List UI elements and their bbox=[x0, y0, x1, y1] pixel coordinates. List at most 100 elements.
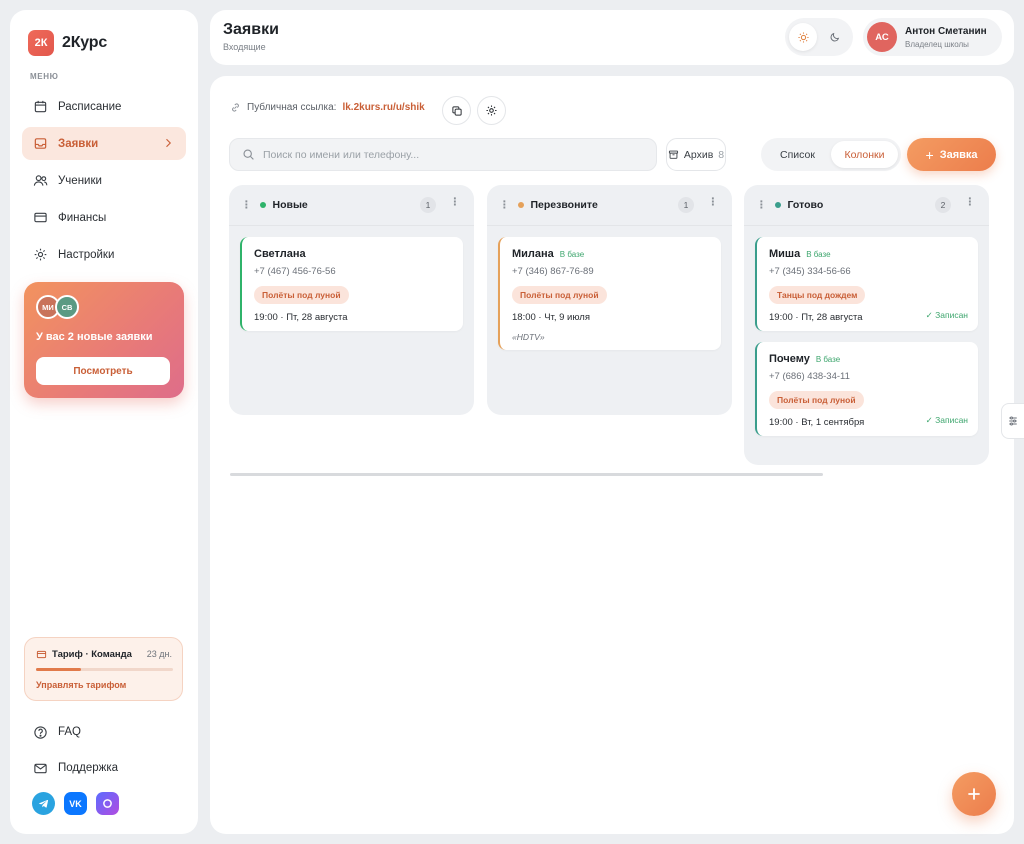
avatar: АС bbox=[867, 22, 897, 52]
page-subtitle: Входящие bbox=[223, 42, 266, 52]
promo-text: У вас 2 новые заявки bbox=[36, 331, 153, 343]
add-request-button[interactable]: + Заявка bbox=[907, 138, 996, 171]
request-card[interactable]: Светлана +7 (467) 456-76-56 Полёты под л… bbox=[240, 237, 463, 331]
request-card[interactable]: Милана В базе +7 (346) 867-76-89 Полёты … bbox=[498, 237, 721, 350]
status-dot bbox=[774, 202, 781, 208]
lesson-time: 18:00 · Чт, 9 июля bbox=[512, 312, 590, 323]
avatar: СВ bbox=[55, 295, 79, 319]
tariff-title: Тариф · Команда bbox=[36, 649, 132, 660]
client-name: Почему bbox=[769, 353, 810, 365]
link-settings-button[interactable] bbox=[477, 96, 506, 125]
drag-handle-icon[interactable]: ⋮ bbox=[499, 199, 510, 211]
search-icon bbox=[243, 149, 254, 160]
view-requests-button[interactable]: Посмотреть bbox=[36, 357, 170, 385]
mail-icon bbox=[34, 763, 47, 773]
sidebar-item-settings[interactable]: Настройки bbox=[22, 238, 186, 271]
theme-switch bbox=[785, 18, 853, 56]
course-tag: Полёты под луной bbox=[254, 286, 349, 304]
sidebar-item-label: Финансы bbox=[58, 211, 107, 224]
sidebar-item-label: Заявки bbox=[58, 137, 99, 150]
manage-tariff-link[interactable]: Управлять тарифом bbox=[36, 680, 126, 690]
client-name: Миша bbox=[769, 248, 801, 260]
plus-icon bbox=[968, 788, 980, 800]
inbox-icon bbox=[34, 138, 47, 149]
sidebar: 2К 2Курс МЕНЮ Расписание Заявки Ученики … bbox=[10, 10, 198, 834]
fab-add-button[interactable] bbox=[952, 772, 996, 816]
link-icon bbox=[232, 103, 239, 112]
column-title: Готово bbox=[787, 199, 824, 211]
social-links: VK bbox=[32, 792, 119, 815]
column-header: ⋮ Готово 2 ⋮ bbox=[744, 185, 989, 225]
view-list-tab[interactable]: Список bbox=[764, 141, 831, 168]
copy-link-button[interactable] bbox=[442, 96, 471, 125]
lesson-time: 19:00 · Пт, 28 августа bbox=[254, 312, 348, 323]
telegram-icon[interactable] bbox=[32, 792, 55, 815]
request-card[interactable]: Почему В базе +7 (686) 438-34-11 Полёты … bbox=[755, 342, 978, 436]
tariff-progress bbox=[36, 668, 173, 671]
archive-label: Архив bbox=[683, 148, 714, 161]
help-icon bbox=[34, 725, 47, 739]
kanban-column-callback: ⋮ Перезвоните 1 ⋮ Милана В базе +7 (346)… bbox=[487, 185, 732, 415]
max-icon[interactable] bbox=[96, 792, 119, 815]
card-name-row: Светлана bbox=[254, 248, 451, 260]
sidebar-bottom-nav: FAQ Поддержка bbox=[22, 716, 186, 788]
card-icon bbox=[36, 650, 47, 659]
tariff-name: Тариф · Команда bbox=[52, 649, 132, 660]
archive-count: 8 bbox=[718, 148, 725, 161]
sidebar-item-support[interactable]: Поддержка bbox=[22, 752, 186, 784]
user-role: Владелец школы bbox=[905, 40, 969, 49]
archive-button[interactable]: Архив 8 bbox=[666, 138, 726, 171]
sidebar-item-label: Ученики bbox=[58, 174, 102, 187]
logo[interactable]: 2К 2Курс bbox=[28, 30, 107, 56]
header: Заявки Входящие АС Антон Сметанин Владел… bbox=[210, 10, 1014, 65]
more-icon[interactable]: ⋮ bbox=[708, 196, 719, 208]
course-tag: Танцы под дождем bbox=[769, 286, 866, 304]
client-name: Милана bbox=[512, 248, 554, 260]
public-link[interactable]: lk.2kurs.ru/u/shik bbox=[342, 102, 424, 113]
card-name-row: Почему В базе bbox=[769, 353, 966, 365]
add-request-label: Заявка bbox=[939, 148, 978, 161]
search-input[interactable] bbox=[263, 148, 643, 161]
column-title: Новые bbox=[272, 199, 308, 211]
client-phone: +7 (345) 334-56-66 bbox=[769, 266, 851, 277]
vk-icon[interactable]: VK bbox=[64, 792, 87, 815]
sidebar-item-faq[interactable]: FAQ bbox=[22, 716, 186, 748]
light-theme-button[interactable] bbox=[789, 23, 817, 51]
user-menu[interactable]: АС Антон Сметанин Владелец школы bbox=[863, 18, 1002, 56]
sidebar-item-requests[interactable]: Заявки bbox=[22, 127, 186, 160]
in-base-badge: В базе bbox=[815, 354, 841, 364]
sliders-icon bbox=[1009, 416, 1017, 426]
public-link-row: Публичная ссылка: lk.2kurs.ru/u/shik bbox=[230, 102, 425, 113]
sidebar-nav: Расписание Заявки Ученики Финансы Настро… bbox=[22, 90, 186, 275]
course-tag: Полёты под луной bbox=[769, 391, 864, 409]
moon-icon bbox=[830, 32, 840, 42]
status-dot bbox=[517, 202, 524, 208]
sidebar-item-label: Расписание bbox=[58, 100, 122, 113]
archive-icon bbox=[668, 150, 678, 159]
drag-handle-icon[interactable]: ⋮ bbox=[756, 199, 767, 211]
dark-theme-button[interactable] bbox=[821, 23, 849, 51]
gear-icon bbox=[486, 105, 497, 116]
filters-tab[interactable] bbox=[1001, 403, 1024, 439]
view-switch: Список Колонки bbox=[761, 138, 901, 171]
sidebar-item-label: Поддержка bbox=[58, 762, 118, 774]
horizontal-scrollbar[interactable] bbox=[230, 473, 823, 476]
more-icon[interactable]: ⋮ bbox=[965, 196, 976, 208]
client-name: Светлана bbox=[254, 248, 306, 260]
sidebar-item-finance[interactable]: Финансы bbox=[22, 201, 186, 234]
plus-icon: + bbox=[925, 146, 934, 163]
sidebar-item-schedule[interactable]: Расписание bbox=[22, 90, 186, 123]
request-card[interactable]: Миша В базе +7 (345) 334-56-66 Танцы под… bbox=[755, 237, 978, 331]
more-icon[interactable]: ⋮ bbox=[450, 196, 461, 208]
calendar-icon bbox=[34, 100, 47, 113]
public-link-label: Публичная ссылка: bbox=[247, 102, 337, 113]
drag-handle-icon[interactable]: ⋮ bbox=[241, 199, 252, 211]
users-icon bbox=[33, 175, 48, 186]
view-columns-tab[interactable]: Колонки bbox=[831, 141, 898, 168]
card-name-row: Миша В базе bbox=[769, 248, 966, 260]
card-icon bbox=[34, 212, 47, 223]
user-name: Антон Сметанин bbox=[905, 26, 987, 37]
column-count: 1 bbox=[420, 197, 436, 213]
sidebar-item-students[interactable]: Ученики bbox=[22, 164, 186, 197]
column-title: Перезвоните bbox=[530, 199, 598, 211]
